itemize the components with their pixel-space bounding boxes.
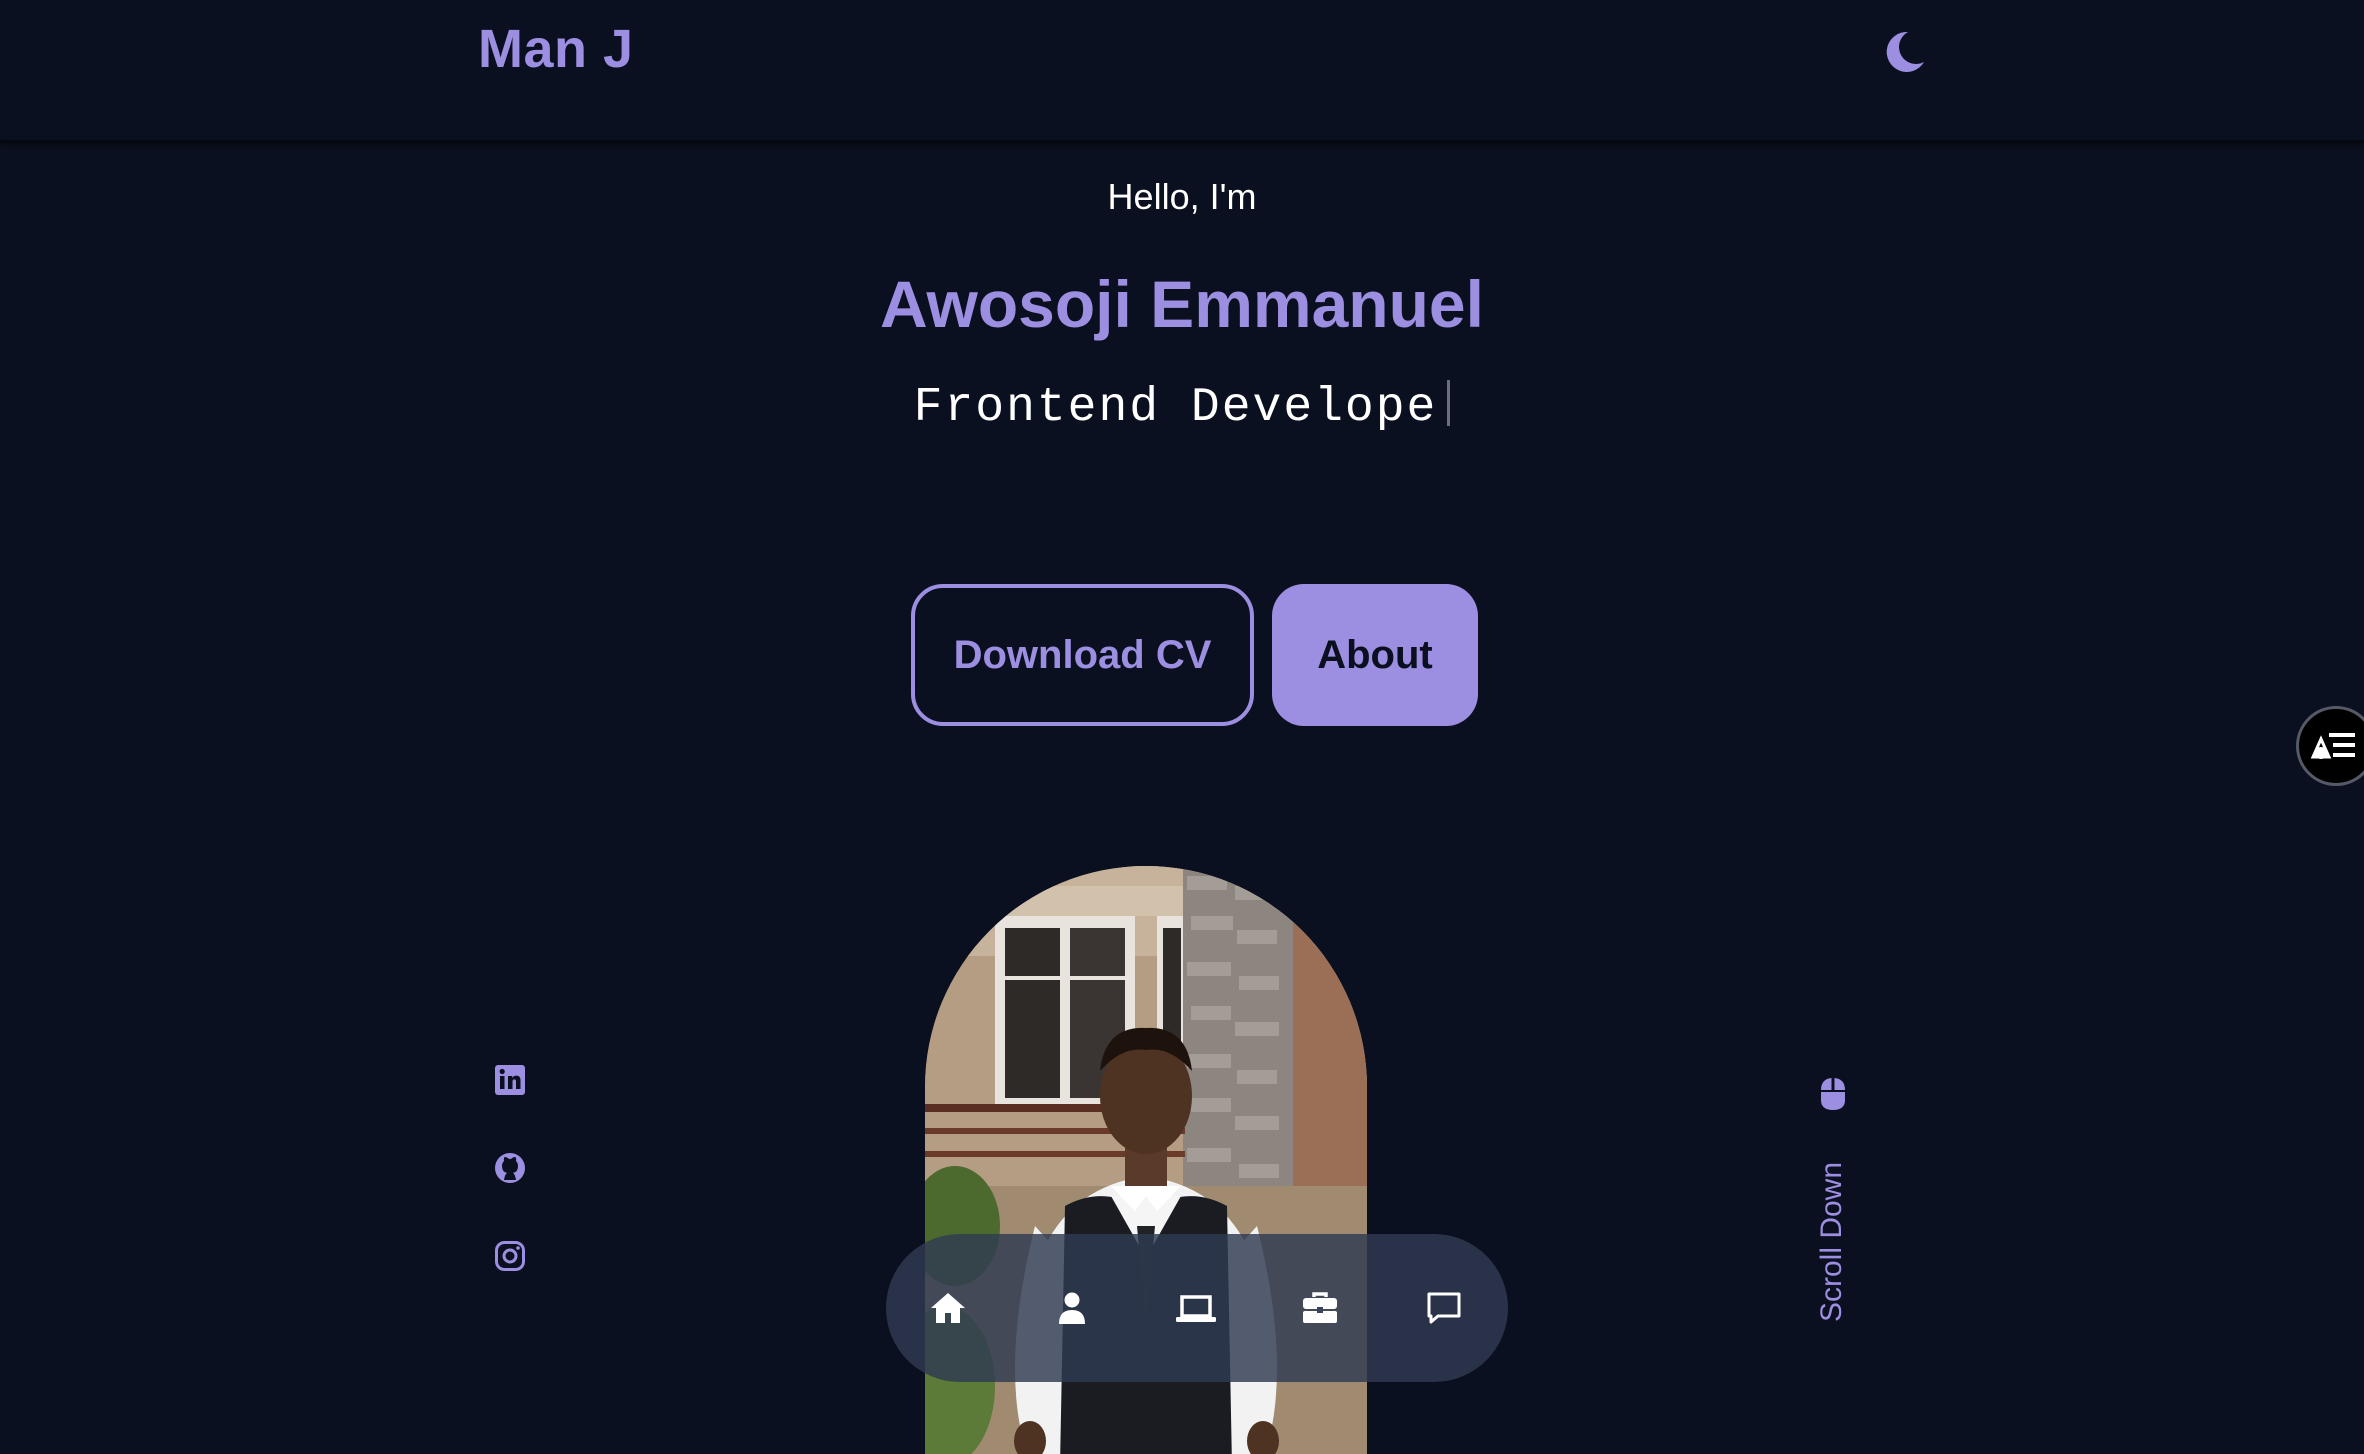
hero-role: Frontend Develope xyxy=(0,380,2364,435)
typing-cursor xyxy=(1447,380,1451,426)
settings-list-icon xyxy=(2310,733,2355,759)
nav-skills[interactable] xyxy=(1162,1274,1230,1342)
github-link[interactable] xyxy=(492,1150,528,1186)
instagram-icon xyxy=(495,1241,525,1271)
logo[interactable]: Man J xyxy=(478,18,634,80)
message-icon xyxy=(1427,1292,1461,1324)
nav-contact[interactable] xyxy=(1410,1274,1478,1342)
nav-portfolio[interactable] xyxy=(1286,1274,1354,1342)
scroll-mouse-button[interactable] xyxy=(1818,1076,1848,1112)
user-icon xyxy=(1059,1292,1085,1324)
home-icon xyxy=(931,1293,965,1323)
theme-toggle-button[interactable] xyxy=(1878,26,1930,78)
bottom-navigation xyxy=(886,1234,1508,1382)
github-icon xyxy=(495,1153,525,1183)
nav-about[interactable] xyxy=(1038,1274,1106,1342)
moon-icon xyxy=(1886,31,1924,72)
page: Man J Hello, I'm Awosoji Emmanuel Fronte… xyxy=(0,0,2364,1454)
scroll-down-label[interactable]: Scroll Down xyxy=(1815,1162,1849,1322)
instagram-link[interactable] xyxy=(492,1238,528,1274)
download-cv-button[interactable]: Download CV xyxy=(911,584,1254,726)
accessibility-widget-button[interactable] xyxy=(2296,706,2364,786)
hero-name: Awosoji Emmanuel xyxy=(880,267,1484,341)
linkedin-icon xyxy=(495,1065,525,1095)
mouse-icon xyxy=(1821,1078,1845,1110)
typed-role-text: Frontend Develope xyxy=(913,381,1438,435)
header: Man J xyxy=(0,0,2364,143)
greeting-text: Hello, I'm xyxy=(1107,176,1257,217)
briefcase-icon xyxy=(1303,1292,1337,1323)
nav-home[interactable] xyxy=(914,1274,982,1342)
laptop-icon xyxy=(1176,1295,1216,1322)
about-button[interactable]: About xyxy=(1272,584,1478,726)
linkedin-link[interactable] xyxy=(492,1062,528,1098)
